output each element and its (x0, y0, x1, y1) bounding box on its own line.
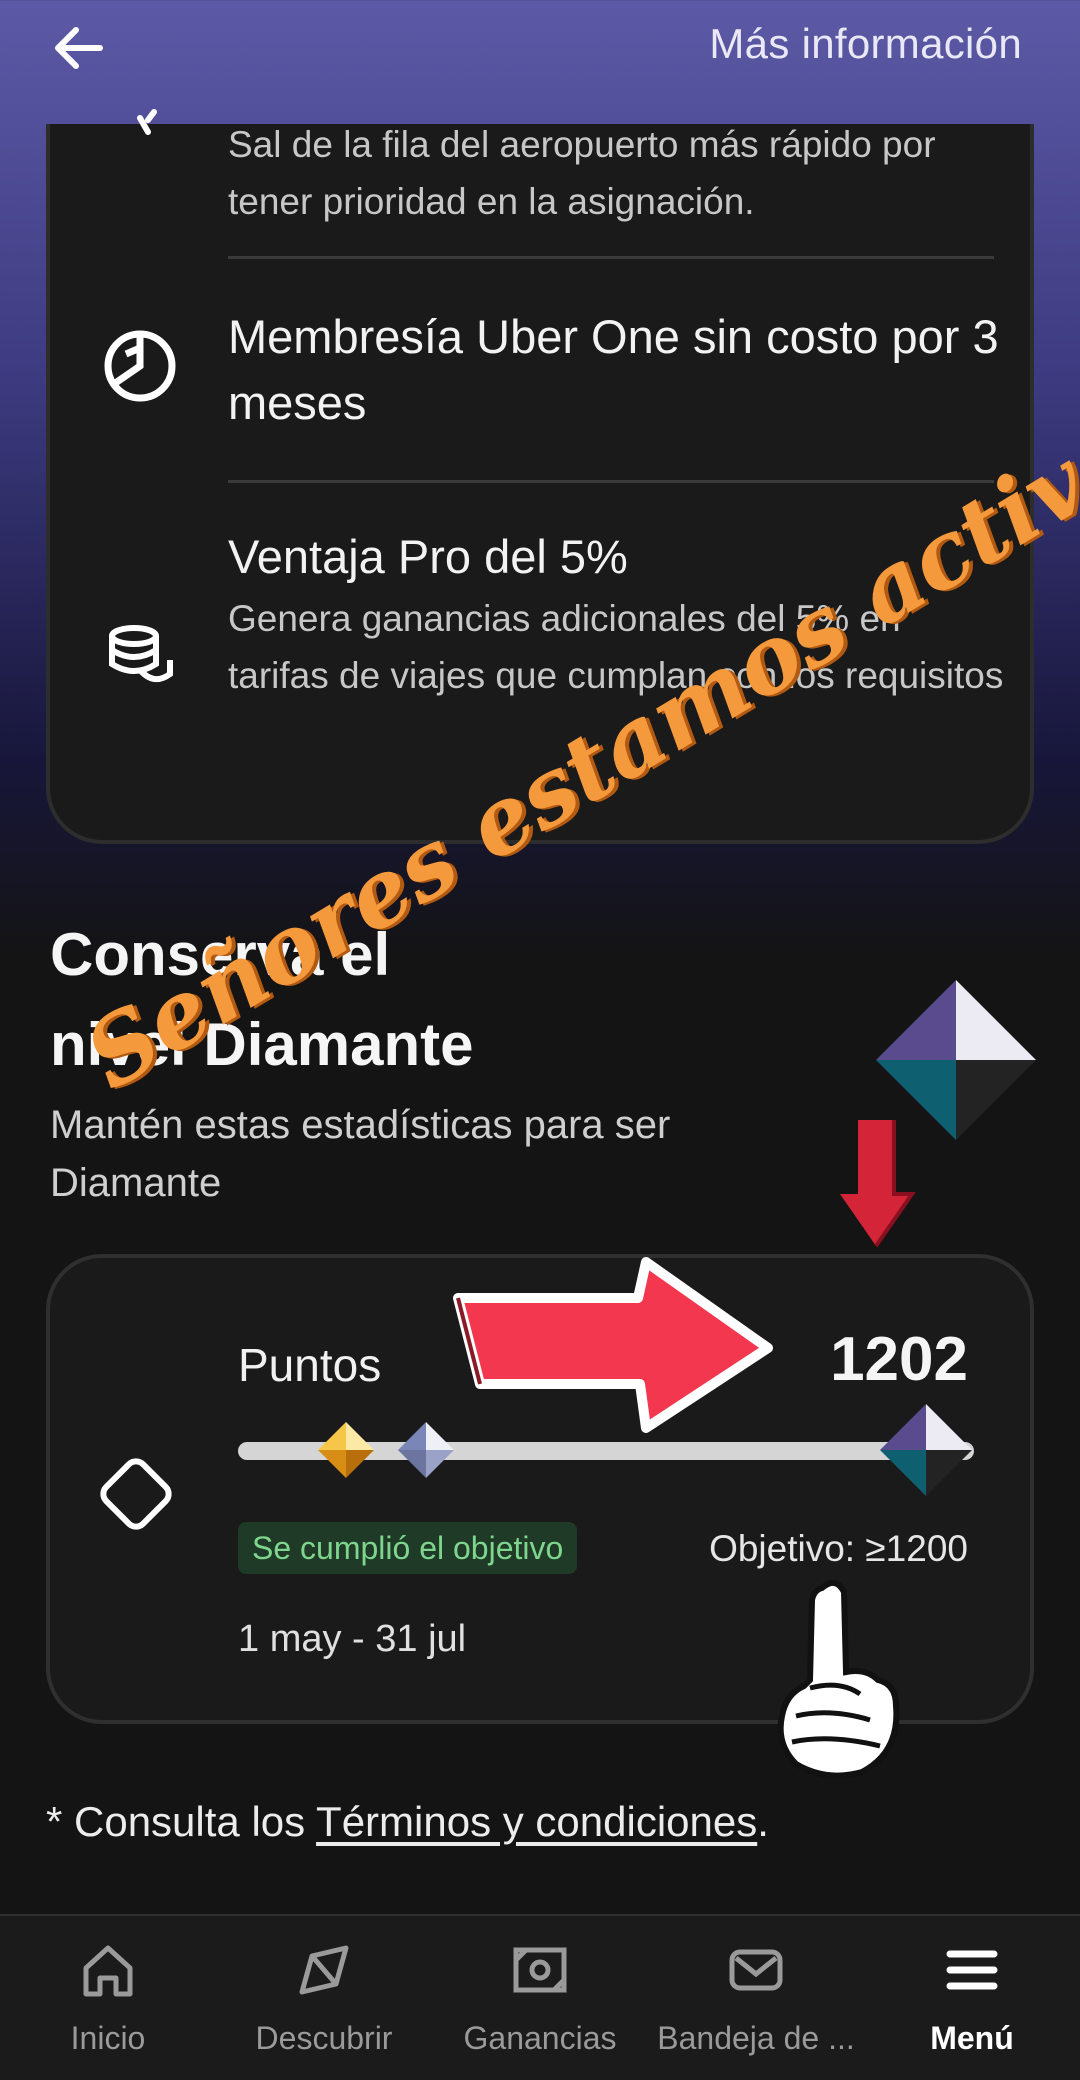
nav-menu[interactable]: Menú (864, 1916, 1080, 2080)
points-value: 1202 (830, 1325, 968, 1394)
benefit-title: Ventaja Pro del 5% (228, 530, 628, 583)
home-icon (83, 1945, 133, 1997)
divider (228, 256, 994, 259)
nav-inicio[interactable]: Inicio (0, 1916, 216, 2080)
nav-descubrir[interactable]: Descubrir (216, 1916, 432, 2080)
more-info-link[interactable]: Más información (709, 20, 1022, 68)
platinum-tier-marker (398, 1422, 454, 1478)
uber-one-icon (104, 330, 176, 402)
terms-link[interactable]: Términos y condiciones (316, 1798, 757, 1845)
diamond-outline-icon (100, 1458, 172, 1530)
earnings-icon (513, 1947, 567, 1993)
back-button[interactable] (48, 20, 110, 76)
benefit-title: Membresía Uber One sin costo por 3 meses (228, 310, 999, 429)
nav-label: Menú (930, 2020, 1014, 2056)
benefits-card: Sal de la fila del aeropuerto más rápido… (46, 109, 1034, 844)
points-period: 1 may - 31 jul (238, 1618, 467, 1660)
section-title-line1: Conserva el (50, 921, 391, 988)
benefit-description: Sal de la fila del aeropuerto más rápido… (228, 124, 936, 222)
terms-prefix: * Consulta los (46, 1798, 317, 1845)
section-title-line2: nivel Diamante (50, 1011, 474, 1078)
terms-note: * Consulta los Términos y condiciones. (46, 1798, 769, 1846)
status-badge: Se cumplió el objetivo (238, 1522, 578, 1574)
menu-icon (946, 1950, 998, 1990)
mail-icon (729, 1949, 783, 1991)
gold-tier-marker (318, 1422, 374, 1478)
diamond-tier-marker (880, 1404, 972, 1496)
diamond-tier-icon (876, 980, 1036, 1140)
arrow-left-icon (55, 27, 103, 69)
top-bar: Más información (0, 0, 1080, 100)
check-icon (137, 109, 157, 135)
points-card[interactable]: Puntos 1202 Se cumplió el objetivo Objet… (46, 1254, 1034, 1724)
nav-label: Ganancias (463, 2020, 617, 2056)
points-label: Puntos (238, 1339, 382, 1391)
compass-icon (299, 1945, 349, 1995)
section-subtitle: Mantén estas estadísticas para ser Diama… (50, 1103, 671, 1205)
nav-bandeja[interactable]: Bandeja de ... (648, 1916, 864, 2080)
points-goal: Objetivo: ≥1200 (709, 1528, 968, 1569)
section-title: Conserva el nivel Diamante (50, 910, 474, 1090)
nav-label: Inicio (70, 2020, 146, 2056)
benefit-description: Genera ganancias adicionales del 5% en t… (228, 598, 1004, 696)
divider (228, 480, 994, 483)
nav-label: Bandeja de ... (657, 2020, 855, 2056)
coins-icon (109, 625, 173, 683)
terms-suffix: . (757, 1798, 769, 1845)
nav-label: Descubrir (255, 2020, 393, 2056)
bottom-nav: Inicio Descubrir Ganancias Bandeja de ..… (0, 1914, 1080, 2080)
nav-ganancias[interactable]: Ganancias (432, 1916, 648, 2080)
